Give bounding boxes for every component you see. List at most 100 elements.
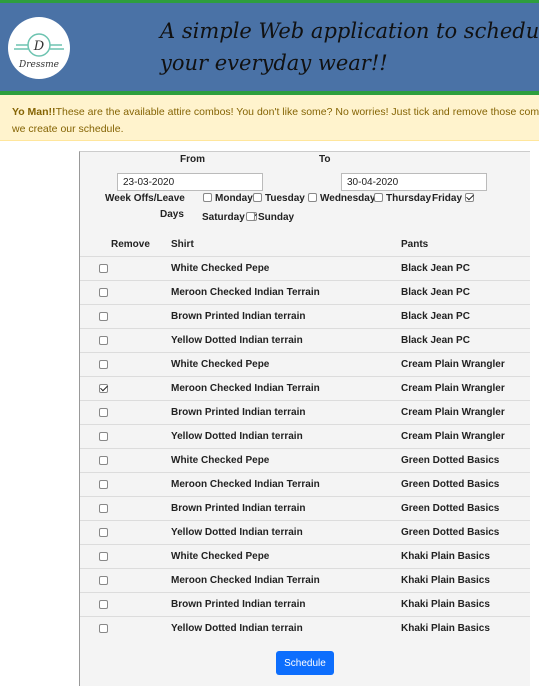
day-label: Wednesday (320, 193, 376, 204)
table-row: Yellow Dotted Indian terrain Cream Plain … (80, 424, 530, 448)
day-label: Sunday (258, 212, 295, 223)
remove-checkbox[interactable] (99, 408, 108, 417)
shirt-header: Shirt (171, 239, 194, 250)
shirt-cell: Yellow Dotted Indian terrain (171, 431, 303, 442)
shirt-cell: White Checked Pepe (171, 551, 270, 562)
day-label: Thursday (386, 193, 432, 204)
header-bar: D Dressme A simple Web application to sc… (0, 0, 539, 94)
shirt-cell: Brown Printed Indian terrain (171, 407, 306, 418)
shirt-cell: Meroon Checked Indian Terrain (171, 383, 320, 394)
remove-checkbox[interactable] (99, 624, 108, 633)
shirt-cell: Meroon Checked Indian Terrain (171, 287, 320, 298)
shirt-cell: White Checked Pepe (171, 455, 270, 466)
day-checkbox[interactable] (253, 192, 262, 202)
alert-bold: Yo Man!! (12, 106, 56, 118)
day-checkbox[interactable] (246, 211, 255, 221)
shirt-cell: Yellow Dotted Indian terrain (171, 623, 303, 634)
table-row: Brown Printed Indian terrain Khaki Plain … (80, 592, 530, 616)
pants-cell: Khaki Plain Basics (401, 623, 490, 634)
table-row: White Checked Pepe Green Dotted Basics (80, 448, 530, 472)
table-row: Yellow Dotted Indian terrain Black Jean P… (80, 328, 530, 352)
remove-checkbox[interactable] (99, 480, 108, 489)
remove-checkbox[interactable] (99, 528, 108, 537)
pants-cell: Khaki Plain Basics (401, 551, 490, 562)
day-checkbox[interactable] (203, 192, 212, 202)
to-date-input[interactable] (341, 173, 487, 191)
weekoff-label: Week Offs/Leave (105, 193, 185, 204)
table-row: Yellow Dotted Indian terrain Green Dotted… (80, 520, 530, 544)
info-alert: Yo Man!!These are the available attire c… (0, 95, 539, 141)
logo: D Dressme (8, 17, 70, 79)
remove-checkbox[interactable] (99, 552, 108, 561)
schedule-form: From To Week Offs/Leave Days Monday Tuesd… (79, 151, 530, 686)
pants-cell: Green Dotted Basics (401, 527, 500, 538)
from-date-input[interactable] (117, 173, 263, 191)
pants-cell: Black Jean PC (401, 263, 470, 274)
shirt-cell: Meroon Checked Indian Terrain (171, 575, 320, 586)
remove-checkbox[interactable] (99, 600, 108, 609)
pants-cell: Cream Plain Wrangler (401, 431, 505, 442)
table-row: Meroon Checked Indian Terrain Green Dotte… (80, 472, 530, 496)
shirt-cell: White Checked Pepe (171, 359, 270, 370)
remove-checkbox[interactable] (99, 384, 108, 393)
day-label: Monday (215, 193, 253, 204)
table-row: Brown Printed Indian terrain Black Jean P… (80, 304, 530, 328)
logo-letter: D (33, 39, 45, 54)
pants-cell: Khaki Plain Basics (401, 599, 490, 610)
alert-text-2: we create our schedule. (12, 123, 124, 135)
remove-checkbox[interactable] (99, 360, 108, 369)
shirt-cell: Yellow Dotted Indian terrain (171, 527, 303, 538)
pants-cell: Khaki Plain Basics (401, 575, 490, 586)
shirt-cell: Brown Printed Indian terrain (171, 311, 306, 322)
pants-header: Pants (401, 239, 429, 250)
table-row: Meroon Checked Indian Terrain Black Jean … (80, 280, 530, 304)
day-checkbox[interactable] (308, 192, 317, 202)
pants-cell: Cream Plain Wrangler (401, 359, 505, 370)
table-row: Brown Printed Indian terrain Green Dotted… (80, 496, 530, 520)
table-row: White Checked Pepe Khaki Plain Basics (80, 544, 530, 568)
table-row: Meroon Checked Indian Terrain Khaki Plain… (80, 568, 530, 592)
shirt-cell: White Checked Pepe (171, 263, 270, 274)
weekoff-day-6[interactable]: Sunday (246, 211, 295, 223)
pants-cell: Cream Plain Wrangler (401, 383, 505, 394)
day-label: Tuesday (265, 193, 305, 204)
remove-checkbox[interactable] (99, 456, 108, 465)
remove-checkbox[interactable] (99, 504, 108, 513)
table-row: Meroon Checked Indian Terrain Cream Plain… (80, 376, 530, 400)
pants-cell: Cream Plain Wrangler (401, 407, 505, 418)
pants-cell: Black Jean PC (401, 335, 470, 346)
weekoff-day-2[interactable]: Wednesday (308, 192, 376, 204)
remove-checkbox[interactable] (99, 264, 108, 273)
remove-checkbox[interactable] (99, 312, 108, 321)
remove-checkbox[interactable] (99, 288, 108, 297)
weekoff-day-1[interactable]: Tuesday (253, 192, 305, 204)
table-row: Yellow Dotted Indian terrain Khaki Plain … (80, 616, 530, 640)
remove-header: Remove (111, 239, 150, 250)
day-checkbox[interactable] (374, 192, 383, 202)
weekoff-label-days: Days (160, 209, 184, 220)
page-title: A simple Web application to schedule you… (160, 19, 539, 75)
to-label: To (319, 154, 331, 165)
weekoff-day-3[interactable]: Thursday (374, 192, 432, 204)
weekoff-day-4[interactable]: Friday (432, 192, 475, 204)
table-row: White Checked Pepe Cream Plain Wrangler (80, 352, 530, 376)
shirt-cell: Brown Printed Indian terrain (171, 503, 306, 514)
table-row: White Checked Pepe Black Jean PC (80, 256, 530, 280)
alert-text: These are the available attire combos! Y… (55, 106, 539, 118)
logo-text: Dressme (19, 60, 59, 70)
day-checkbox[interactable] (465, 192, 475, 202)
pants-cell: Green Dotted Basics (401, 503, 500, 514)
weekoff-day-0[interactable]: Monday (203, 192, 253, 204)
from-label: From (180, 154, 205, 165)
schedule-button[interactable]: Schedule (276, 651, 334, 675)
remove-checkbox[interactable] (99, 432, 108, 441)
remove-checkbox[interactable] (99, 576, 108, 585)
remove-checkbox[interactable] (99, 336, 108, 345)
pants-cell: Black Jean PC (401, 287, 470, 298)
day-label: Friday (432, 193, 463, 204)
pants-cell: Black Jean PC (401, 311, 470, 322)
shirt-cell: Yellow Dotted Indian terrain (171, 335, 303, 346)
pants-cell: Green Dotted Basics (401, 479, 500, 490)
table-row: Brown Printed Indian terrain Cream Plain … (80, 400, 530, 424)
pants-cell: Green Dotted Basics (401, 455, 500, 466)
